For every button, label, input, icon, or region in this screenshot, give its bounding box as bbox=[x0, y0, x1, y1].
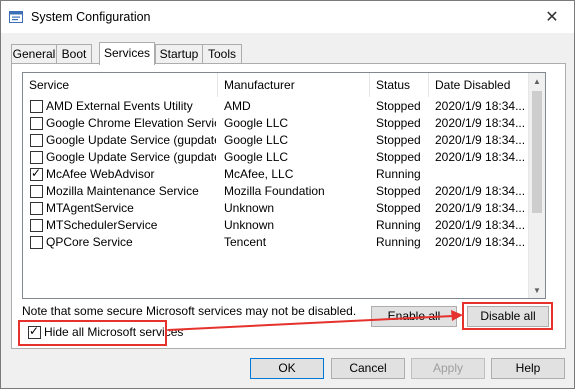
cancel-button[interactable]: Cancel bbox=[331, 358, 405, 379]
annotation-arrow-icon bbox=[167, 310, 463, 331]
services-tab-panel: Service Manufacturer Status Date Disable… bbox=[11, 63, 566, 349]
close-icon[interactable]: ✕ bbox=[530, 1, 574, 33]
tab-tools[interactable]: Tools bbox=[202, 44, 242, 64]
msconfig-app-icon bbox=[9, 11, 23, 23]
tab-general[interactable]: General bbox=[11, 44, 57, 64]
tab-services[interactable]: Services bbox=[99, 42, 155, 65]
apply-button[interactable]: Apply bbox=[411, 358, 485, 379]
system-configuration-window: System Configuration ✕ General Boot Serv… bbox=[0, 0, 575, 389]
window-title: System Configuration bbox=[31, 10, 151, 24]
ok-button[interactable]: OK bbox=[250, 358, 324, 379]
help-button[interactable]: Help bbox=[491, 358, 565, 379]
title-bar[interactable]: System Configuration ✕ bbox=[1, 1, 574, 33]
tab-startup[interactable]: Startup bbox=[155, 44, 203, 64]
tab-boot[interactable]: Boot bbox=[56, 44, 92, 64]
